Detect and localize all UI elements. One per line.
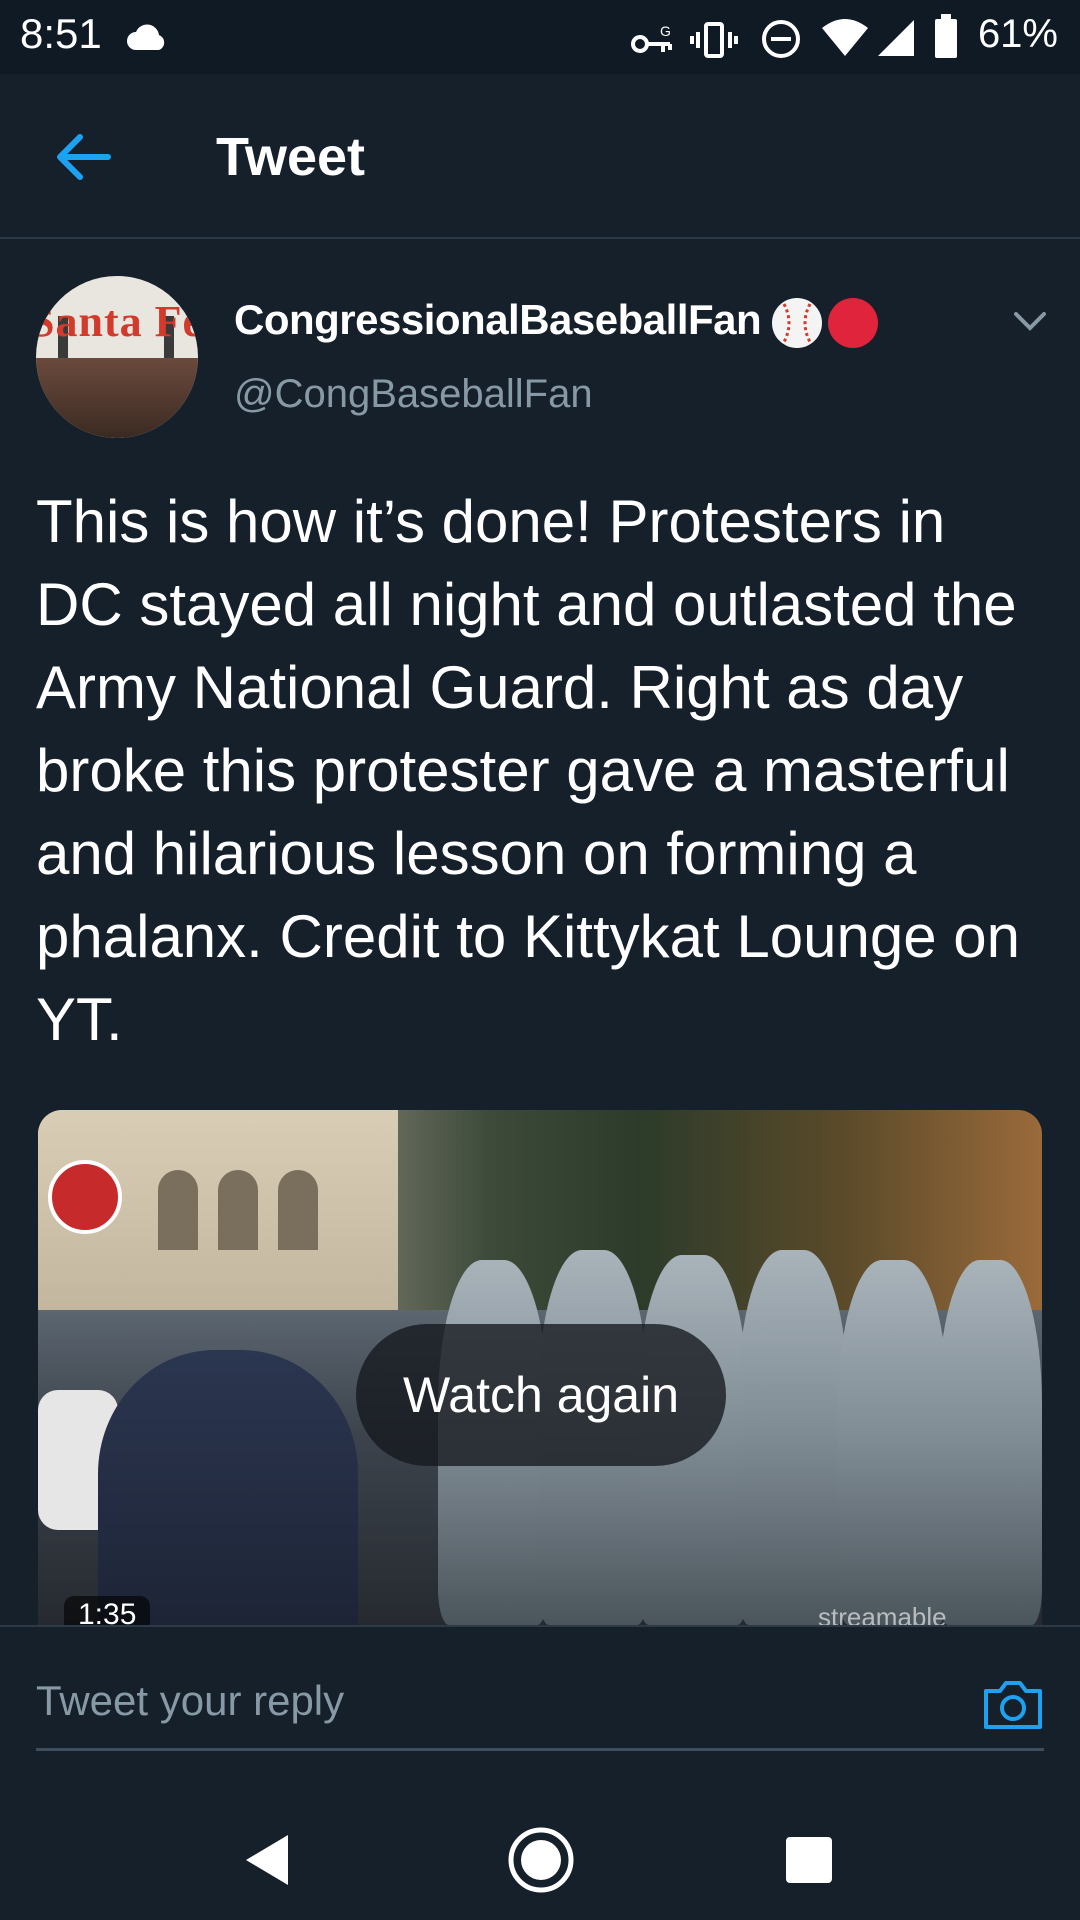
chevron-down-icon[interactable] [1010,306,1050,336]
display-name[interactable]: CongressionalBaseballFan [234,296,762,344]
vpn-key-icon: G [631,23,672,53]
camera-icon[interactable] [982,1673,1044,1735]
reply-bar: Tweet your reply [0,1625,1080,1795]
home-circle-icon[interactable] [506,1825,576,1895]
signal-icon [878,20,914,56]
video-protester [98,1350,358,1625]
back-arrow-icon[interactable] [52,126,114,188]
svg-text:G: G [660,23,671,39]
tweet-text: This is how it’s done! Protesters in DC … [36,488,1020,1053]
avatar[interactable]: Santa Fe [36,276,198,438]
avatar-sign-text: Santa Fe [36,297,198,346]
status-time: 8:51 [20,10,102,57]
cloud-icon [127,24,165,50]
video-duration: 1:35 [64,1596,151,1625]
no-entry-sign [48,1160,122,1234]
reply-placeholder: Tweet your reply [36,1677,345,1724]
status-bar: 8:51 G 61% [0,0,1080,74]
do-not-disturb-icon [762,20,800,58]
avatar-building [36,358,198,438]
baseball-icon [772,298,822,348]
video-player[interactable]: Watch again 1:35 streamable [38,1110,1042,1625]
battery-icon [935,14,957,58]
watch-again-button[interactable]: Watch again [356,1324,726,1466]
page-title: Tweet [216,127,366,187]
red-circle-icon [828,298,878,348]
vibrate-icon [690,22,738,58]
recents-square-icon[interactable] [774,1825,844,1895]
battery-percent: 61% [977,12,1058,56]
back-triangle-icon[interactable] [232,1825,302,1895]
screen: 8:51 G 61% Tweet Santa Fe CongressionalB… [0,0,1080,1920]
wifi-icon [822,19,868,56]
video-watermark: streamable [818,1602,947,1625]
user-handle[interactable]: @CongBaseballFan [234,372,593,417]
reply-input[interactable]: Tweet your reply [36,1655,1044,1751]
app-bar: Tweet [0,74,1080,239]
navigation-bar [0,1795,1080,1920]
